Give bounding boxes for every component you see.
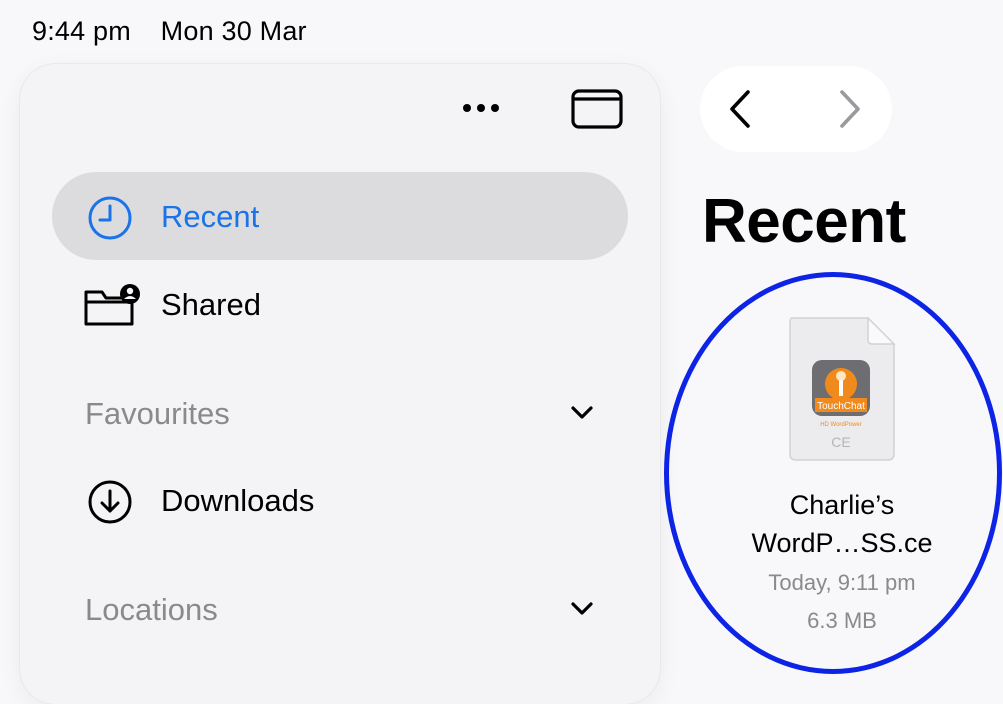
sidebar-toggle-button[interactable] bbox=[570, 88, 624, 130]
sidebar-item-shared[interactable]: Shared bbox=[52, 260, 628, 348]
file-name-line1: Charlie’s bbox=[789, 490, 895, 520]
section-label: Favourites bbox=[85, 396, 230, 431]
file-name[interactable]: Charlie’s WordP…SS.ce bbox=[700, 486, 984, 562]
file-name-line2: WordP…SS.ce bbox=[751, 528, 933, 558]
status-time: 9:44 pm bbox=[32, 16, 131, 46]
clock-icon bbox=[88, 196, 132, 240]
file-size: 6.3 MB bbox=[807, 608, 877, 633]
shared-folder-icon bbox=[84, 284, 140, 326]
file-document-icon[interactable]: TouchChat HD WordPower CE bbox=[786, 314, 898, 462]
chevron-left-icon[interactable] bbox=[718, 86, 764, 132]
chevron-right-icon[interactable] bbox=[826, 86, 872, 132]
sidebar-item-label: Recent bbox=[161, 199, 260, 234]
download-circle-icon bbox=[88, 480, 132, 524]
status-bar: 9:44 pm Mon 30 Mar bbox=[32, 16, 329, 47]
section-favourites[interactable]: Favourites bbox=[85, 388, 605, 438]
section-locations[interactable]: Locations bbox=[85, 584, 605, 634]
page-title: Recent bbox=[702, 187, 906, 256]
ellipsis-icon bbox=[463, 104, 499, 112]
more-options-button[interactable] bbox=[456, 86, 506, 130]
sidebar-item-downloads[interactable]: Downloads bbox=[52, 456, 628, 544]
thumbnail-sub: HD WordPower bbox=[820, 422, 862, 428]
file-type-label: CE bbox=[831, 434, 850, 450]
file-modified: Today, 9:11 pm bbox=[768, 570, 916, 595]
navigation-controls bbox=[700, 66, 892, 152]
chevron-down-icon bbox=[571, 602, 593, 615]
sidebar-item-recent[interactable]: Recent bbox=[52, 172, 628, 260]
sidebar-item-label: Downloads bbox=[161, 483, 315, 518]
thumbnail-brand: TouchChat bbox=[817, 401, 865, 412]
chevron-down-icon bbox=[571, 406, 593, 419]
sidebar-item-label: Shared bbox=[161, 287, 261, 322]
section-label: Locations bbox=[85, 592, 218, 627]
sidebar-toggle-icon bbox=[571, 89, 623, 129]
status-date: Mon 30 Mar bbox=[160, 16, 307, 46]
